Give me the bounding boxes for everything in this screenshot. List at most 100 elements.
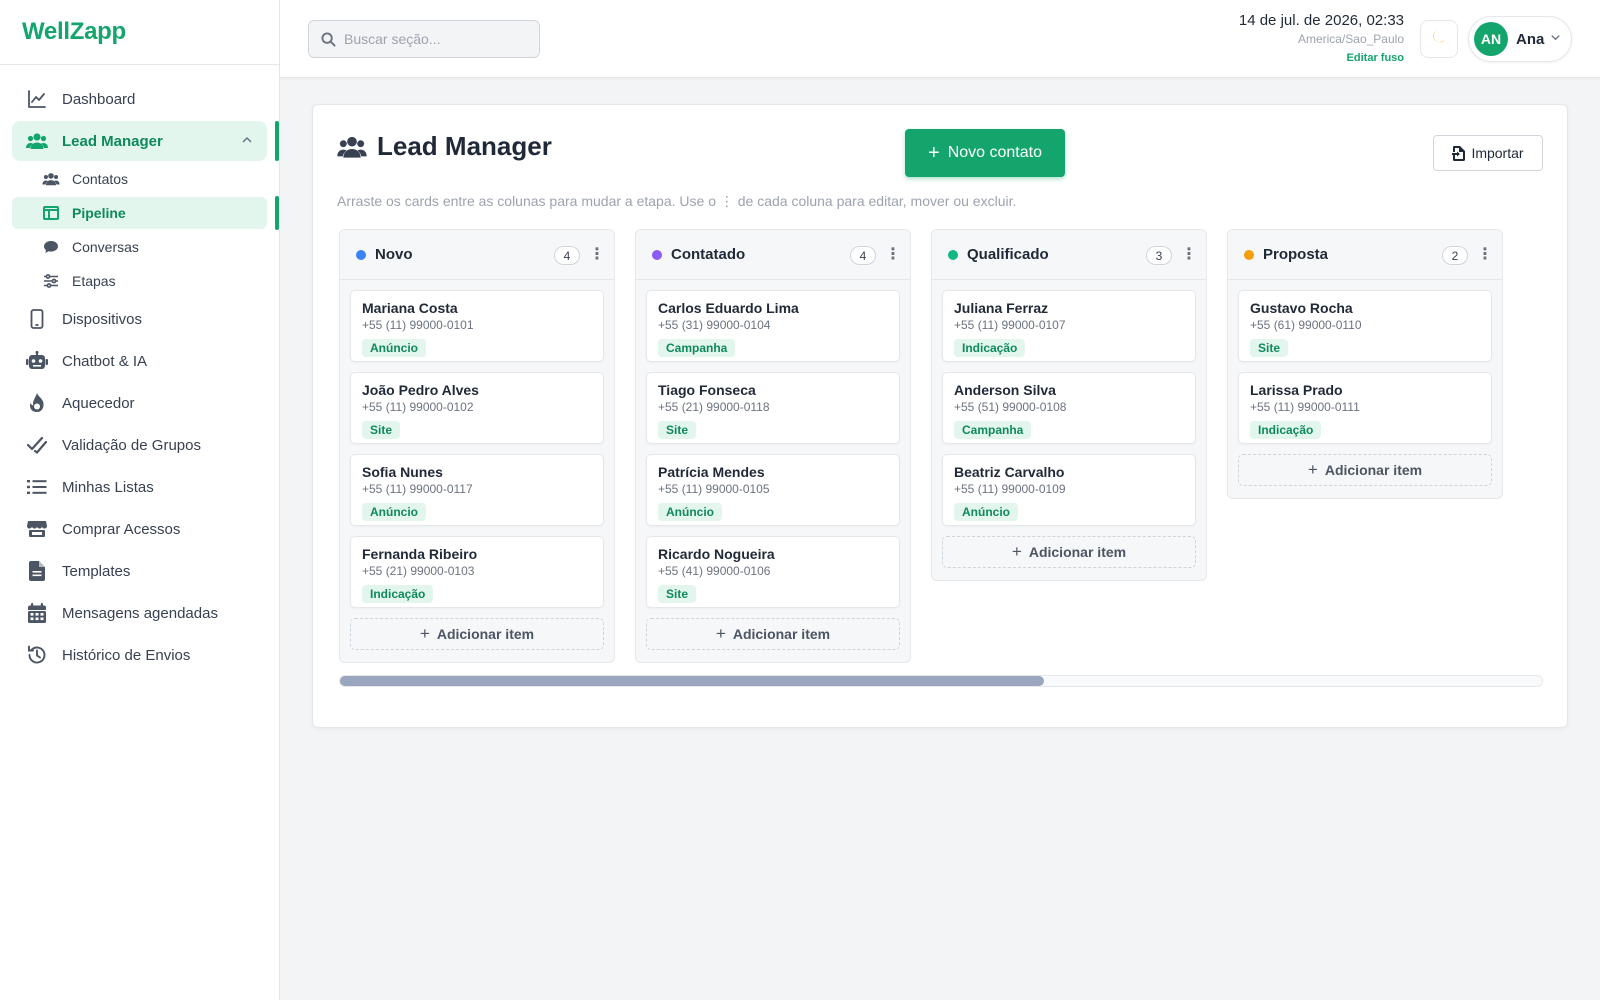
lead-name: João Pedro Alves: [362, 382, 479, 398]
column-header: Proposta 2 ⋮: [1228, 230, 1502, 280]
search-input[interactable]: [344, 31, 524, 47]
sidebar-item-historico[interactable]: Histórico de Envios: [12, 635, 267, 675]
list-icon: [26, 476, 48, 498]
column-title: Novo: [375, 246, 413, 263]
lead-card[interactable]: Tiago Fonseca +55 (21) 99000-0118 Site: [646, 372, 900, 444]
import-label: Importar: [1471, 145, 1524, 161]
sidebar-item-dashboard[interactable]: Dashboard: [12, 79, 267, 119]
add-item-label: Adicionar item: [1324, 462, 1423, 478]
source-tag: Anúncio: [954, 503, 1018, 521]
add-item-button[interactable]: + Adicionar item: [1238, 454, 1492, 486]
column-count-badge: 3: [1146, 246, 1172, 265]
column-title: Contatado: [671, 246, 746, 263]
lead-card[interactable]: Anderson Silva +55 (51) 99000-0108 Campa…: [942, 372, 1196, 444]
sidebar-item-aquecedor[interactable]: Aquecedor: [12, 383, 267, 423]
lead-name: Patrícia Mendes: [658, 464, 765, 480]
sidebar-item-comprar[interactable]: Comprar Acessos: [12, 509, 267, 549]
file-import-icon: [1452, 145, 1466, 161]
column-cards: Gustavo Rocha +55 (61) 99000-0110 Site L…: [1228, 280, 1502, 498]
user-menu[interactable]: AN Ana: [1468, 16, 1572, 62]
chart-line-icon: [26, 88, 48, 110]
sidebar-subitem-pipeline[interactable]: Pipeline: [12, 196, 279, 230]
sidebar-item-label: Histórico de Envios: [62, 646, 191, 664]
lead-card[interactable]: Patrícia Mendes +55 (11) 99000-0105 Anún…: [646, 454, 900, 526]
sidebar-subitem-label: Conversas: [72, 239, 139, 255]
active-indicator: [275, 196, 279, 230]
sidebar-item-lead-manager[interactable]: Lead Manager: [12, 121, 279, 161]
lead-name: Fernanda Ribeiro: [362, 546, 478, 562]
kebab-menu-icon[interactable]: ⋮: [1477, 244, 1493, 264]
sidebar-item-templates[interactable]: Templates: [12, 551, 267, 591]
edit-timezone-link[interactable]: Editar fuso: [1239, 52, 1404, 64]
lead-name: Anderson Silva: [954, 382, 1056, 398]
column-qualificado[interactable]: Qualificado 3 ⋮ Juliana Ferraz +55 (11) …: [931, 229, 1207, 581]
theme-toggle-button[interactable]: [1420, 20, 1458, 58]
column-header: Qualificado 3 ⋮: [932, 230, 1206, 280]
search-box[interactable]: [308, 20, 540, 58]
lead-name: Mariana Costa: [362, 300, 458, 316]
user-name: Ana: [1516, 30, 1545, 48]
add-item-button[interactable]: + Adicionar item: [350, 618, 604, 650]
horizontal-scrollbar[interactable]: [339, 675, 1543, 687]
lead-phone: +55 (41) 99000-0106: [658, 564, 771, 578]
import-button[interactable]: Importar: [1433, 135, 1543, 171]
column-novo[interactable]: Novo 4 ⋮ Mariana Costa +55 (11) 99000-01…: [339, 229, 615, 663]
sidebar-item-label: Minhas Listas: [62, 478, 154, 496]
scrollbar-thumb[interactable]: [340, 676, 1044, 686]
sidebar-subitem-conversas[interactable]: Conversas: [12, 231, 267, 263]
top-header: 14 de jul. de 2026, 02:33 America/Sao_Pa…: [280, 0, 1600, 78]
current-datetime: 14 de jul. de 2026, 02:33: [1238, 12, 1404, 29]
kebab-menu-icon[interactable]: ⋮: [1181, 244, 1197, 264]
lead-card[interactable]: Mariana Costa +55 (11) 99000-0101 Anúnci…: [350, 290, 604, 362]
active-indicator: [275, 121, 279, 161]
column-proposta[interactable]: Proposta 2 ⋮ Gustavo Rocha +55 (61) 9900…: [1227, 229, 1503, 499]
status-dot: [356, 249, 366, 260]
sidebar-item-dispositivos[interactable]: Dispositivos: [12, 299, 267, 339]
kanban-board: Novo 4 ⋮ Mariana Costa +55 (11) 99000-01…: [339, 229, 1519, 669]
columns-icon: [42, 204, 60, 222]
sidebar-item-label: Dispositivos: [62, 310, 143, 328]
users-small-icon: [42, 170, 60, 188]
lead-phone: +55 (11) 99000-0101: [362, 318, 474, 332]
lead-card[interactable]: Sofia Nunes +55 (11) 99000-0117 Anúncio: [350, 454, 604, 526]
sidebar-subitem-label: Etapas: [72, 273, 116, 289]
kebab-menu-icon[interactable]: ⋮: [589, 244, 605, 264]
sidebar-item-label: Chatbot & IA: [62, 352, 148, 370]
lead-card[interactable]: Fernanda Ribeiro +55 (21) 99000-0103 Ind…: [350, 536, 604, 608]
sidebar-subitem-label: Contatos: [72, 171, 129, 187]
brand-logo[interactable]: WellZapp: [0, 0, 279, 65]
lead-card[interactable]: Larissa Prado +55 (11) 99000-0111 Indica…: [1238, 372, 1492, 444]
status-dot: [652, 249, 662, 260]
lead-card[interactable]: João Pedro Alves +55 (11) 99000-0102 Sit…: [350, 372, 604, 444]
sidebar-item-validacao[interactable]: Validação de Grupos: [12, 425, 267, 465]
sidebar-item-agendadas[interactable]: Mensagens agendadas: [12, 593, 267, 633]
add-item-button[interactable]: + Adicionar item: [942, 536, 1196, 568]
sidebar-item-chatbot[interactable]: Chatbot & IA: [12, 341, 267, 381]
add-item-label: Adicionar item: [732, 626, 831, 642]
source-tag: Site: [658, 421, 697, 439]
lead-card[interactable]: Gustavo Rocha +55 (61) 99000-0110 Site: [1238, 290, 1492, 362]
sidebar-subitem-etapas[interactable]: Etapas: [12, 265, 267, 297]
add-item-button[interactable]: + Adicionar item: [646, 618, 900, 650]
lead-phone: +55 (11) 99000-0109: [954, 482, 1066, 496]
new-contact-button[interactable]: + Novo contato: [905, 129, 1065, 177]
kebab-menu-icon[interactable]: ⋮: [885, 244, 901, 264]
sidebar-item-listas[interactable]: Minhas Listas: [12, 467, 267, 507]
chat-icon: [42, 238, 60, 256]
source-tag: Indicação: [954, 339, 1026, 357]
sidebar-item-label: Validação de Grupos: [62, 436, 201, 454]
plus-icon: +: [928, 141, 940, 164]
lead-card[interactable]: Carlos Eduardo Lima +55 (31) 99000-0104 …: [646, 290, 900, 362]
add-item-label: Adicionar item: [1028, 544, 1127, 560]
lead-card[interactable]: Juliana Ferraz +55 (11) 99000-0107 Indic…: [942, 290, 1196, 362]
lead-card[interactable]: Ricardo Nogueira +55 (41) 99000-0106 Sit…: [646, 536, 900, 608]
sidebar-item-label: Comprar Acessos: [62, 520, 181, 538]
chevron-up-icon[interactable]: [241, 133, 253, 150]
source-tag: Anúncio: [658, 503, 722, 521]
lead-phone: +55 (11) 99000-0102: [362, 400, 474, 414]
sidebar-subitem-contatos[interactable]: Contatos: [12, 163, 267, 195]
lead-card[interactable]: Beatriz Carvalho +55 (11) 99000-0109 Anú…: [942, 454, 1196, 526]
column-contatado[interactable]: Contatado 4 ⋮ Carlos Eduardo Lima +55 (3…: [635, 229, 911, 663]
page-title: Lead Manager: [337, 131, 552, 162]
lead-phone: +55 (51) 99000-0108: [954, 400, 1067, 414]
